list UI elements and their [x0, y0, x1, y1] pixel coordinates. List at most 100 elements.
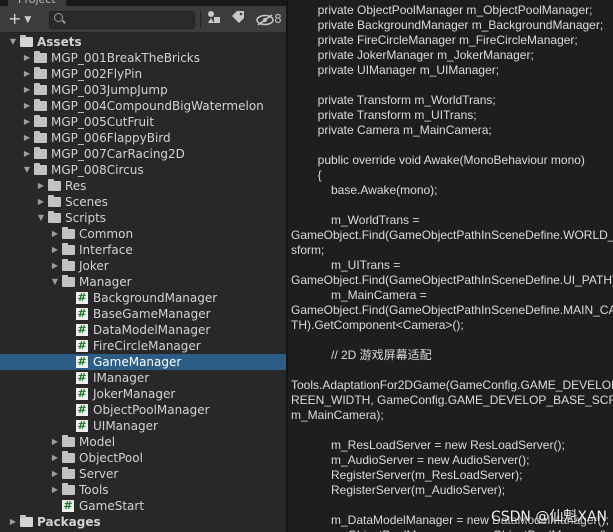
csharp-script-icon: #	[76, 419, 88, 432]
expand-arrow-right-icon[interactable]: ▶	[22, 114, 32, 130]
expand-arrow-down-icon[interactable]: ▼	[50, 274, 60, 290]
code-editor[interactable]: private ObjectPoolManager m_ObjectPoolMa…	[288, 0, 613, 532]
folder-item-assets[interactable]: ▼ Assets	[0, 34, 286, 50]
tree-item-label: Common	[79, 227, 134, 241]
tree-item-label: Joker	[79, 259, 109, 273]
folder-icon	[62, 483, 75, 495]
search-input[interactable]	[49, 11, 195, 29]
folder-icon	[34, 147, 47, 159]
folder-item-packages[interactable]: ▶ Packages	[0, 514, 286, 530]
expand-arrow-right-icon[interactable]: ▶	[50, 226, 60, 242]
folder-item-tools[interactable]: ▶ Tools	[0, 482, 286, 498]
script-item-gamestart[interactable]: # GameStart	[0, 498, 286, 514]
expand-arrow-right-icon[interactable]: ▶	[50, 482, 60, 498]
expand-arrow-right-icon[interactable]: ▶	[22, 130, 32, 146]
code-line: REEN_WIDTH, GameConfig.GAME_DEVELOP_BASE…	[291, 393, 613, 407]
folder-item-manager[interactable]: ▼ Manager	[0, 274, 286, 290]
folder-item-server[interactable]: ▶ Server	[0, 466, 286, 482]
expand-arrow-right-icon[interactable]: ▶	[22, 98, 32, 114]
expand-arrow-down-icon[interactable]: ▼	[8, 34, 18, 50]
folder-item-common[interactable]: ▶ Common	[0, 226, 286, 242]
tree-item-label: DataModelManager	[93, 323, 211, 337]
expand-arrow-right-icon[interactable]: ▶	[36, 194, 46, 210]
hidden-packages-button[interactable]: 8	[254, 10, 284, 28]
code-line: private FireCircleManager m_FireCircleMa…	[291, 33, 578, 47]
folder-icon	[62, 259, 75, 271]
folder-icon	[34, 163, 47, 175]
tree-item-label: MGP_008Circus	[51, 163, 144, 177]
script-item-datamodelmanager[interactable]: # DataModelManager	[0, 322, 286, 338]
expand-arrow-right-icon[interactable]: ▶	[36, 178, 46, 194]
folder-item-mgp_007carracing2d[interactable]: ▶ MGP_007CarRacing2D	[0, 146, 286, 162]
expand-arrow-right-icon[interactable]: ▶	[22, 66, 32, 82]
script-item-uimanager[interactable]: # UIManager	[0, 418, 286, 434]
tree-item-label: ObjectPoolManager	[93, 403, 210, 417]
code-line: TH).GetComponent<Camera>();	[291, 318, 464, 332]
folder-icon	[34, 67, 47, 79]
folder-icon	[62, 227, 75, 239]
script-item-imanager[interactable]: # IManager	[0, 370, 286, 386]
expand-arrow-right-icon[interactable]: ▶	[50, 434, 60, 450]
tree-item-label: Model	[79, 435, 116, 449]
expand-arrow-right-icon[interactable]: ▶	[22, 146, 32, 162]
code-line: private BackgroundManager m_BackgroundMa…	[291, 18, 604, 32]
eye-slash-icon	[256, 13, 274, 26]
expand-arrow-right-icon[interactable]: ▶	[50, 450, 60, 466]
add-asset-button[interactable]: + ▼	[8, 9, 40, 29]
script-item-firecirclemanager[interactable]: # FireCircleManager	[0, 338, 286, 354]
folder-item-interface[interactable]: ▶ Interface	[0, 242, 286, 258]
script-item-objectpoolmanager[interactable]: # ObjectPoolManager	[0, 402, 286, 418]
folder-item-mgp_005cutfruit[interactable]: ▶ MGP_005CutFruit	[0, 114, 286, 130]
folder-item-mgp_003jumpjump[interactable]: ▶ MGP_003JumpJump	[0, 82, 286, 98]
csharp-script-icon: #	[76, 339, 88, 352]
project-toolbar: + ▼ 8	[0, 6, 286, 33]
tree-item-label: MGP_002FlyPin	[51, 67, 143, 81]
script-item-backgroundmanager[interactable]: # BackgroundManager	[0, 290, 286, 306]
filter-by-type-button[interactable]	[205, 10, 223, 28]
script-item-gamemanager[interactable]: # GameManager	[0, 354, 286, 370]
expand-arrow-right-icon[interactable]: ▶	[22, 82, 32, 98]
folder-item-objectpool[interactable]: ▶ ObjectPool	[0, 450, 286, 466]
expand-arrow-right-icon[interactable]: ▶	[8, 514, 18, 530]
expand-arrow-right-icon[interactable]: ▶	[50, 242, 60, 258]
script-item-basegamemanager[interactable]: # BaseGameManager	[0, 306, 286, 322]
filter-by-label-button[interactable]	[229, 10, 247, 28]
folder-item-mgp_001breakthebricks[interactable]: ▶ MGP_001BreakTheBricks	[0, 50, 286, 66]
code-line: GameObject.Find(GameObjectPathInSceneDef…	[291, 303, 613, 317]
folder-item-scenes[interactable]: ▶ Scenes	[0, 194, 286, 210]
code-line: m_UITrans =	[291, 258, 401, 272]
tree-item-label: UIManager	[93, 419, 158, 433]
folder-icon	[62, 435, 75, 447]
folder-item-res[interactable]: ▶ Res	[0, 178, 286, 194]
folder-icon	[34, 131, 47, 143]
csharp-script-icon: #	[76, 355, 88, 368]
script-item-jokermanager[interactable]: # JokerManager	[0, 386, 286, 402]
code-line: private ObjectPoolManager m_ObjectPoolMa…	[291, 3, 593, 17]
tree-item-label: MGP_006FlappyBird	[51, 131, 171, 145]
code-line: m_MainCamera =	[291, 288, 427, 302]
tree-item-label: Res	[65, 179, 87, 193]
code-line: private JokerManager m_JokerManager;	[291, 48, 534, 62]
folder-item-scripts[interactable]: ▼ Scripts	[0, 210, 286, 226]
expand-arrow-down-icon[interactable]: ▼	[36, 210, 46, 226]
code-line: m_AudioServer = new AudioServer();	[291, 453, 530, 467]
folder-item-mgp_006flappybird[interactable]: ▶ MGP_006FlappyBird	[0, 130, 286, 146]
folder-item-mgp_008circus[interactable]: ▼ MGP_008Circus	[0, 162, 286, 178]
tree-item-label: GameStart	[79, 499, 145, 513]
folder-item-model[interactable]: ▶ Model	[0, 434, 286, 450]
expand-arrow-right-icon[interactable]: ▶	[50, 466, 60, 482]
folder-item-mgp_002flypin[interactable]: ▶ MGP_002FlyPin	[0, 66, 286, 82]
folder-icon	[48, 179, 61, 191]
code-line: // 2D 游戏屏幕适配	[291, 348, 432, 362]
search-icon	[54, 13, 63, 22]
folder-item-mgp_004compoundbigwatermelon[interactable]: ▶ MGP_004CompoundBigWatermelon	[0, 98, 286, 114]
code-line: sform;	[291, 243, 325, 257]
expand-arrow-right-icon[interactable]: ▶	[22, 50, 32, 66]
expand-arrow-down-icon[interactable]: ▼	[22, 162, 32, 178]
tree-item-label: Scenes	[65, 195, 108, 209]
folder-item-joker[interactable]: ▶ Joker	[0, 258, 286, 274]
tree-item-label: BackgroundManager	[93, 291, 218, 305]
expand-arrow-right-icon[interactable]: ▶	[50, 258, 60, 274]
folder-icon	[20, 515, 33, 527]
code-line: base.Awake(mono);	[291, 183, 438, 197]
